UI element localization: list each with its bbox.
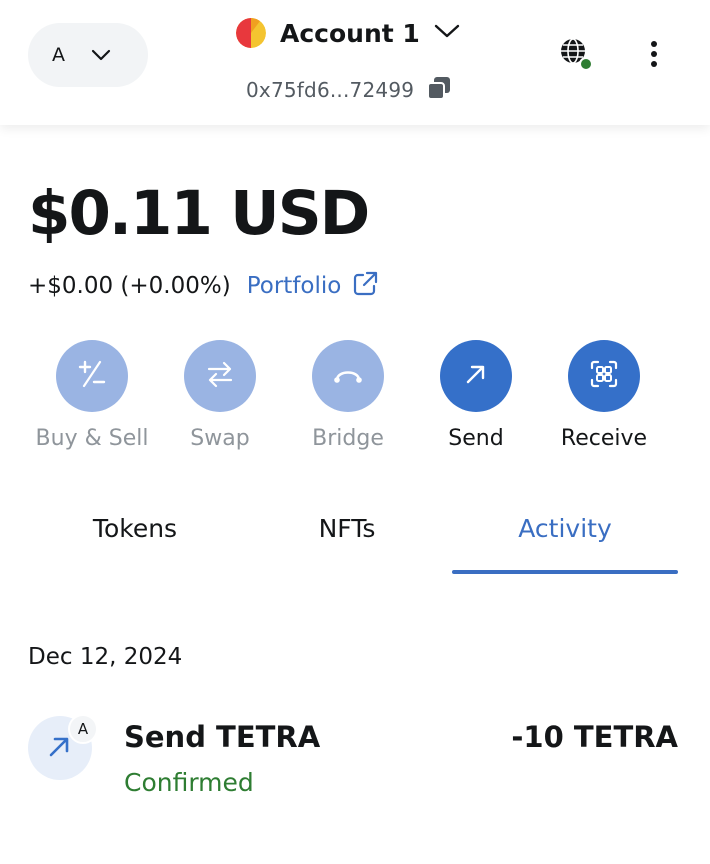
tab-activity-label: Activity (518, 514, 612, 543)
account-selector-button[interactable]: Account 1 (236, 14, 460, 52)
tab-nfts-label: NFTs (318, 514, 376, 543)
external-link-icon (351, 270, 379, 302)
buy-sell-label: Buy & Sell (35, 426, 149, 451)
receive-label: Receive (560, 426, 648, 451)
transaction-item[interactable]: A Send TETRA Confirmed -10 TETRA (28, 710, 678, 810)
portfolio-link[interactable]: Portfolio (247, 270, 380, 302)
send-label: Send (448, 426, 504, 451)
portfolio-link-label: Portfolio (246, 273, 342, 299)
qr-code-icon (588, 358, 620, 394)
account-name: Account 1 (280, 18, 420, 48)
plus-minus-icon (76, 358, 108, 394)
network-badge: A (68, 714, 98, 744)
action-circle (56, 340, 128, 412)
action-circle (440, 340, 512, 412)
swap-button[interactable]: Swap (150, 340, 290, 451)
bridge-icon (332, 358, 364, 394)
action-circle (312, 340, 384, 412)
account-address-row: 0x75fd6...72499 (246, 74, 452, 106)
tab-tokens[interactable]: Tokens (28, 508, 242, 576)
account-avatar-icon (236, 18, 266, 48)
send-button[interactable]: Send (406, 340, 546, 451)
action-buttons: Buy & Sell Swap Bridge Send Receive (0, 340, 710, 470)
transaction-icon: A (28, 714, 98, 780)
globe-icon (556, 38, 596, 80)
bridge-button[interactable]: Bridge (278, 340, 418, 451)
connection-status-dot (579, 57, 593, 71)
arrow-up-right-icon (461, 359, 491, 393)
network-selector-button[interactable]: A (28, 23, 148, 87)
more-vertical-icon (650, 40, 658, 72)
chevron-down-icon (91, 46, 111, 65)
transaction-amount: -10 TETRA (511, 720, 678, 754)
buy-sell-button[interactable]: Buy & Sell (22, 340, 162, 451)
total-balance: $0.11 USD (28, 178, 370, 249)
app-header: A Account 1 0x75fd6...72499 (0, 0, 710, 125)
transaction-status: Confirmed (124, 768, 254, 797)
chevron-down-icon (434, 23, 460, 43)
balance-change: +$0.00 (+0.00%) (28, 273, 231, 299)
more-options-button[interactable] (636, 36, 672, 76)
tab-tokens-label: Tokens (92, 514, 178, 543)
tab-activity[interactable]: Activity (452, 508, 678, 576)
swap-arrows-icon (204, 358, 236, 394)
action-circle (184, 340, 256, 412)
activity-date-header: Dec 12, 2024 (28, 644, 183, 670)
action-circle (568, 340, 640, 412)
asset-tabs: Tokens NFTs Activity (28, 508, 678, 576)
swap-label: Swap (190, 426, 250, 451)
receive-button[interactable]: Receive (534, 340, 674, 451)
tab-nfts[interactable]: NFTs (240, 508, 454, 576)
network-avatar: A (52, 44, 65, 66)
account-address: 0x75fd6...72499 (246, 78, 415, 102)
connected-sites-button[interactable] (556, 36, 596, 76)
copy-icon[interactable] (426, 76, 452, 104)
balance-change-row: +$0.00 (+0.00%) Portfolio (28, 268, 379, 304)
transaction-title: Send TETRA (124, 720, 321, 754)
active-tab-indicator (452, 570, 678, 574)
bridge-label: Bridge (312, 426, 384, 451)
